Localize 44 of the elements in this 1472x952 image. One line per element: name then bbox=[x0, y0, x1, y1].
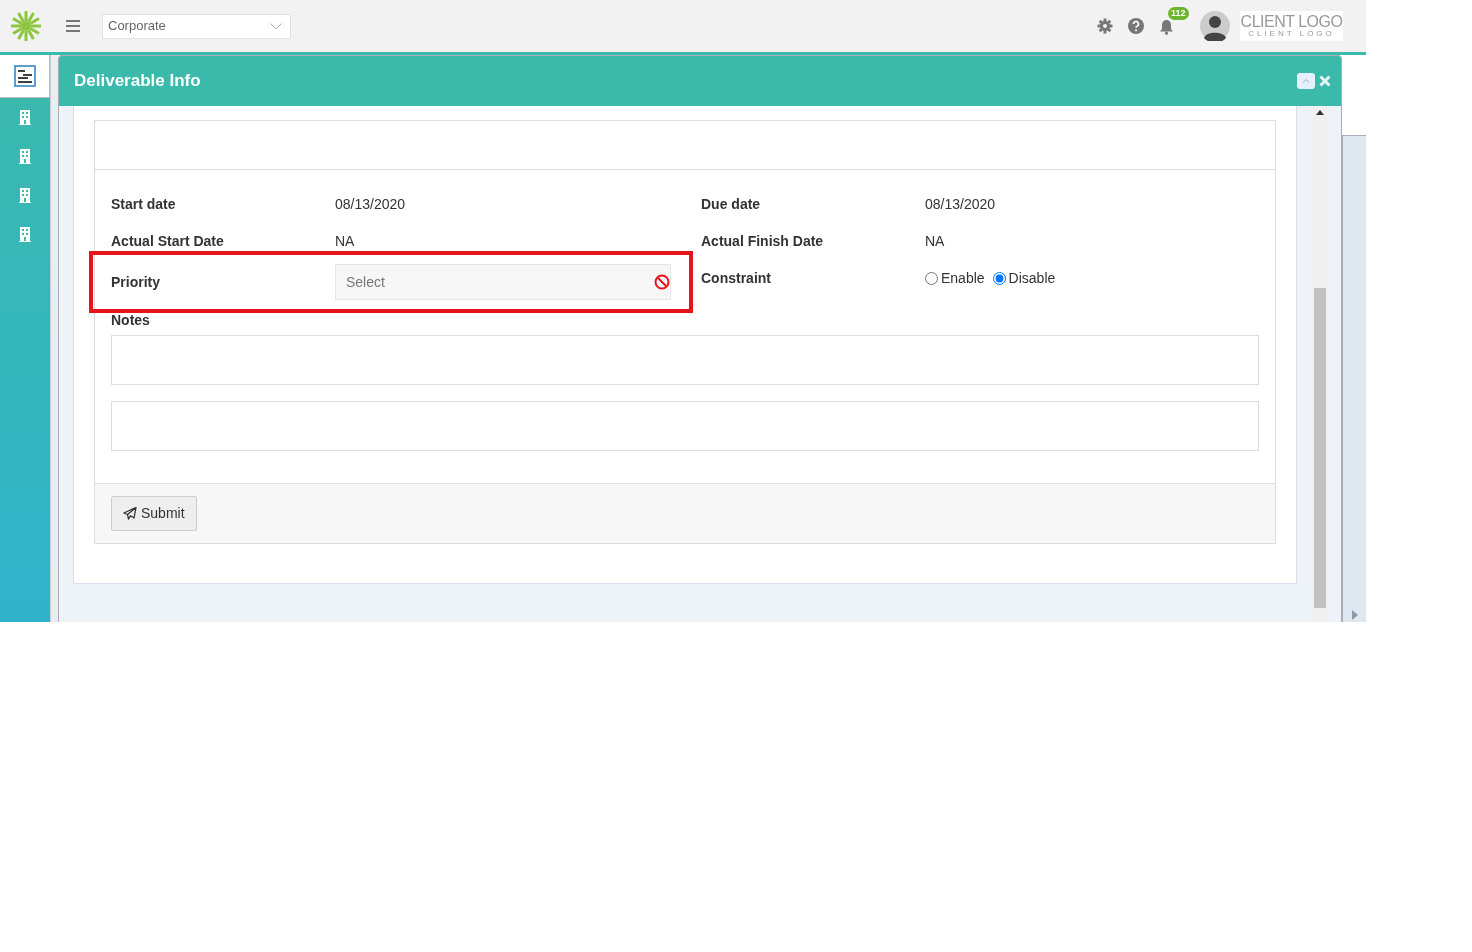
building-icon bbox=[19, 188, 31, 203]
radio-button[interactable] bbox=[925, 272, 938, 285]
collapse-button[interactable] bbox=[1297, 73, 1315, 89]
field-value: NA bbox=[925, 232, 945, 251]
field-label: Actual Start Date bbox=[111, 232, 224, 251]
modal-title: Deliverable Info bbox=[74, 70, 201, 93]
building-icon bbox=[19, 110, 31, 125]
notification-bell-icon[interactable] bbox=[1159, 18, 1174, 35]
settings-icon[interactable] bbox=[1097, 18, 1113, 34]
building-icon bbox=[19, 227, 31, 242]
company-select[interactable]: Corporate bbox=[102, 13, 291, 39]
blocked-icon bbox=[654, 274, 670, 290]
avatar-icon[interactable] bbox=[1200, 11, 1230, 41]
chevron-down-icon bbox=[270, 22, 282, 30]
radio-label[interactable]: Enable bbox=[941, 268, 985, 289]
field-label: Due date bbox=[701, 195, 761, 214]
help-icon[interactable] bbox=[1128, 18, 1144, 34]
notes-field[interactable] bbox=[111, 401, 1259, 451]
notes-label: Notes bbox=[111, 312, 150, 328]
field-label: Start date bbox=[111, 195, 176, 214]
scrollbar-thumb[interactable] bbox=[1314, 288, 1326, 608]
radio-label[interactable]: Disable bbox=[1008, 268, 1056, 289]
building-icon bbox=[19, 149, 31, 164]
field-label: Priority bbox=[111, 272, 160, 292]
logo-subtitle: CLIENT LOGO bbox=[1248, 30, 1335, 38]
scroll-right-icon[interactable] bbox=[1351, 610, 1358, 620]
field-label: Actual Finish Date bbox=[701, 232, 824, 251]
submit-button[interactable]: Submit bbox=[111, 496, 197, 531]
radio-button[interactable] bbox=[992, 272, 1006, 285]
sidebar-item[interactable] bbox=[0, 55, 50, 98]
field-value: 08/13/2020 bbox=[335, 195, 406, 214]
scroll-up-icon[interactable] bbox=[1316, 110, 1324, 115]
menu-icon[interactable] bbox=[66, 20, 80, 32]
notes-field[interactable] bbox=[111, 335, 1259, 385]
field-value: 08/13/2020 bbox=[925, 195, 996, 214]
field-label: Constraint bbox=[701, 269, 771, 288]
paper-plane-icon bbox=[123, 507, 137, 520]
field-value: NA bbox=[335, 232, 355, 251]
document-icon bbox=[13, 65, 36, 87]
logo-title: CLIENT LOGO bbox=[1240, 14, 1343, 30]
logo-icon bbox=[10, 10, 42, 42]
priority-select[interactable]: Select bbox=[335, 264, 671, 300]
notification-count: 112 bbox=[1168, 6, 1189, 20]
close-icon[interactable] bbox=[1319, 75, 1331, 87]
